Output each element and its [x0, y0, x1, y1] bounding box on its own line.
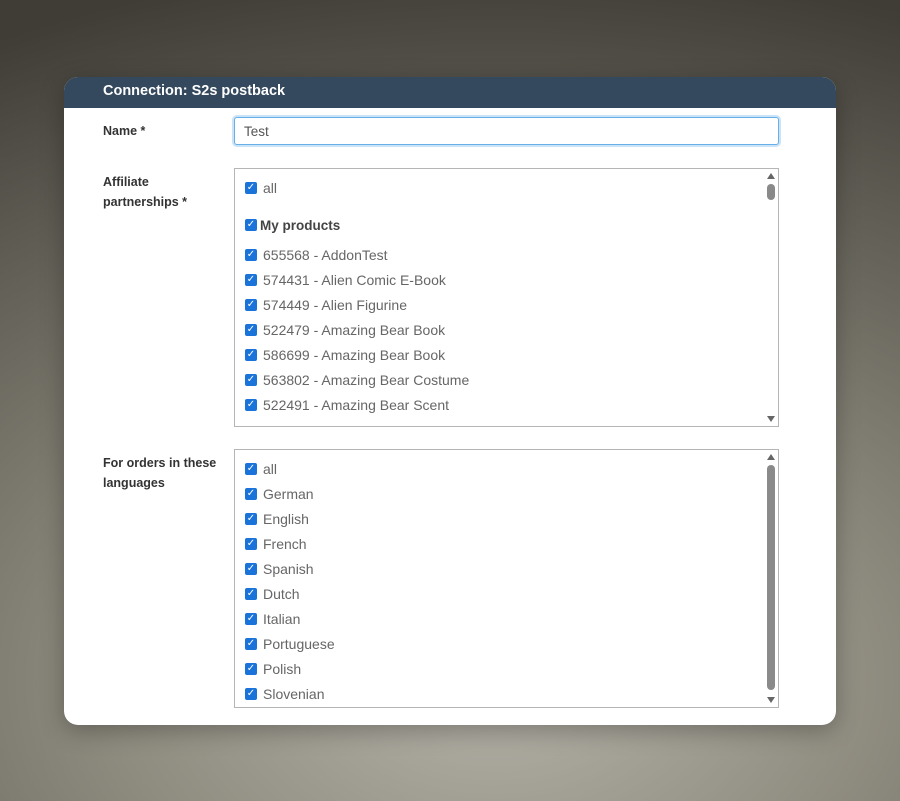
affiliate-option[interactable]: ✓ 563802 - Amazing Bear Costume: [245, 370, 469, 390]
affiliate-option[interactable]: ✓ 522479 - Amazing Bear Book: [245, 320, 445, 340]
option-label: 522491 - Amazing Bear Scent: [263, 397, 450, 413]
checkbox-checked-icon[interactable]: ✓: [245, 538, 257, 550]
dialog-title: Connection: S2s postback: [64, 77, 836, 108]
affiliate-options: ✓ all ✓ My products ✓ 655568 - AddonTest ✓…: [235, 169, 764, 426]
connection-dialog: Connection: S2s postback Name * Affiliat…: [64, 77, 836, 725]
option-label: Slovenian: [263, 686, 325, 702]
arrow-down-icon[interactable]: [767, 416, 775, 422]
languages-label-line1: For orders in these: [103, 456, 217, 470]
language-option[interactable]: ✓ Italian: [245, 609, 300, 629]
languages-label-line2: languages: [103, 476, 165, 490]
checkbox-checked-icon[interactable]: ✓: [245, 688, 257, 700]
affiliate-group-my-products[interactable]: ✓ My products: [245, 215, 340, 235]
checkbox-checked-icon[interactable]: ✓: [245, 488, 257, 500]
language-option[interactable]: ✓ French: [245, 534, 307, 554]
language-option[interactable]: ✓ Polish: [245, 659, 301, 679]
checkbox-checked-icon[interactable]: ✓: [245, 399, 257, 411]
language-options: ✓ all ✓ German ✓ English ✓ French ✓ Spanish ✓ Dutch…: [235, 450, 764, 707]
option-label: 574449 - Alien Figurine: [263, 297, 407, 313]
option-label: all: [263, 461, 278, 477]
checkbox-checked-icon[interactable]: ✓: [245, 374, 257, 386]
language-option[interactable]: ✓ English: [245, 509, 309, 529]
checkbox-checked-icon[interactable]: ✓: [245, 638, 257, 650]
checkbox-checked-icon[interactable]: ✓: [245, 663, 257, 675]
language-option[interactable]: ✓ Slovenian: [245, 684, 325, 704]
option-label: 563802 - Amazing Bear Costume: [263, 372, 470, 388]
affiliate-label-line2: partnerships *: [103, 195, 188, 209]
checkbox-checked-icon[interactable]: ✓: [245, 563, 257, 575]
name-label: Name *: [103, 124, 146, 138]
affiliate-option[interactable]: ✓ 586699 - Amazing Bear Book: [245, 345, 445, 365]
group-label: My products: [260, 217, 341, 233]
scrollbar-thumb[interactable]: [767, 465, 775, 690]
checkbox-checked-icon[interactable]: ✓: [245, 463, 257, 475]
checkbox-checked-icon[interactable]: ✓: [245, 349, 257, 361]
affiliate-scrollbar[interactable]: [764, 169, 778, 426]
languages-label: For orders in these languages: [103, 453, 233, 493]
language-option[interactable]: ✓ Dutch: [245, 584, 300, 604]
option-label: German: [263, 486, 314, 502]
option-label: Polish: [263, 661, 302, 677]
checkbox-checked-icon[interactable]: ✓: [245, 588, 257, 600]
option-label: Portuguese: [263, 636, 335, 652]
affiliate-option[interactable]: ✓ 522491 - Amazing Bear Scent: [245, 395, 449, 415]
option-label: Spanish: [263, 561, 314, 577]
affiliate-partnerships-listbox[interactable]: ✓ all ✓ My products ✓ 655568 - AddonTest ✓…: [234, 168, 779, 427]
affiliate-option[interactable]: ✓ 655568 - AddonTest: [245, 245, 388, 265]
scrollbar-thumb[interactable]: [767, 184, 775, 200]
option-label: 522479 - Amazing Bear Book: [263, 322, 446, 338]
affiliate-option[interactable]: ✓ 574449 - Alien Figurine: [245, 295, 407, 315]
checkbox-checked-icon[interactable]: ✓: [245, 613, 257, 625]
arrow-down-icon[interactable]: [767, 697, 775, 703]
option-label: 655568 - AddonTest: [263, 247, 388, 263]
checkbox-checked-icon[interactable]: ✓: [245, 513, 257, 525]
option-label: Dutch: [263, 586, 300, 602]
language-option[interactable]: ✓ Spanish: [245, 559, 314, 579]
affiliate-label-line1: Affiliate: [103, 175, 149, 189]
name-input[interactable]: [234, 117, 779, 145]
language-option[interactable]: ✓ German: [245, 484, 314, 504]
language-option[interactable]: ✓ Portuguese: [245, 634, 335, 654]
option-label: French: [263, 536, 307, 552]
checkbox-checked-icon[interactable]: ✓: [245, 274, 257, 286]
option-label: Italian: [263, 611, 301, 627]
checkbox-checked-icon[interactable]: ✓: [245, 219, 257, 231]
affiliate-label: Affiliate partnerships *: [103, 172, 233, 212]
option-label: 586699 - Amazing Bear Book: [263, 347, 446, 363]
checkbox-checked-icon[interactable]: ✓: [245, 324, 257, 336]
affiliate-option[interactable]: ✓ 574431 - Alien Comic E-Book: [245, 270, 446, 290]
checkbox-checked-icon[interactable]: ✓: [245, 249, 257, 261]
arrow-up-icon[interactable]: [767, 173, 775, 179]
option-label: 574431 - Alien Comic E-Book: [263, 272, 446, 288]
language-option[interactable]: ✓ all: [245, 459, 277, 479]
arrow-up-icon[interactable]: [767, 454, 775, 460]
option-label: all: [263, 180, 278, 196]
option-label: English: [263, 511, 309, 527]
checkbox-checked-icon[interactable]: ✓: [245, 299, 257, 311]
languages-listbox[interactable]: ✓ all ✓ German ✓ English ✓ French ✓ Spanish ✓ Dutch…: [234, 449, 779, 708]
affiliate-option-all[interactable]: ✓ all: [245, 178, 277, 198]
languages-scrollbar[interactable]: [764, 450, 778, 707]
checkbox-checked-icon[interactable]: ✓: [245, 182, 257, 194]
